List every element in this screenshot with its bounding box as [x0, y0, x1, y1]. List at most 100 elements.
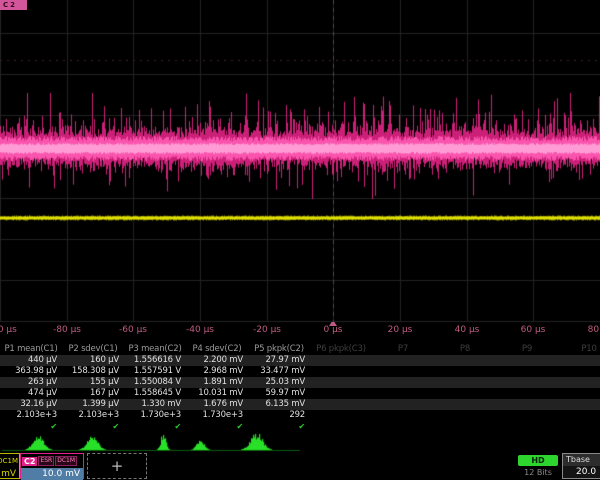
measure-value-cell: 1.556616 V: [124, 355, 186, 366]
measure-value-cell: 263 µV: [0, 377, 62, 388]
measure-value-cell: 155 µV: [62, 377, 124, 388]
channel-descriptor-c1[interactable]: C1 DC1M 10.0 mV: [0, 453, 20, 479]
measure-value-cell: [372, 388, 434, 399]
add-trace-button[interactable]: +: [87, 453, 147, 479]
measure-value-cell: [372, 410, 434, 421]
time-axis-tick: -80 µs: [53, 325, 81, 335]
measure-value-cell: 25.03 mV: [248, 377, 310, 388]
measure-value-cell: 474 µV: [0, 388, 62, 399]
measurement-histicons[interactable]: [0, 430, 600, 452]
time-axis-tick: -60 µs: [119, 325, 147, 335]
hd-bits-label: 12 Bits: [514, 468, 562, 477]
measure-value-cell: [558, 410, 600, 421]
measure-value-cell: 292: [248, 410, 310, 421]
measure-value-cell: [372, 399, 434, 410]
measurement-table: P1 mean(C1)P2 sdev(C1)P3 mean(C2)P4 sdev…: [0, 343, 600, 430]
measure-value-cell: 1.891 mV: [186, 377, 248, 388]
measure-value-cell: [434, 399, 496, 410]
measure-value-cell: 158.308 µV: [62, 366, 124, 377]
measure-value-cell: [310, 410, 372, 421]
measure-column-header[interactable]: P6 pkpk(C3): [310, 343, 372, 355]
measure-value-cell: [434, 355, 496, 366]
measure-value-cell: [558, 366, 600, 377]
c2-scale: 10.0 mV: [21, 468, 83, 480]
measure-value-cell: 363.98 µV: [0, 366, 62, 377]
time-axis-tick: 20 µs: [388, 325, 413, 335]
measure-value-cell: [372, 366, 434, 377]
measure-value-cell: 2.200 mV: [186, 355, 248, 366]
measure-value-cell: 59.97 mV: [248, 388, 310, 399]
measure-value-cell: 10.031 mV: [186, 388, 248, 399]
measure-value-cell: 33.477 mV: [248, 366, 310, 377]
measure-column-header[interactable]: P3 mean(C2): [124, 343, 186, 355]
measure-value-cell: [310, 366, 372, 377]
measure-value-cell: [310, 399, 372, 410]
measure-value-cell: 1.730e+3: [124, 410, 186, 421]
measure-value-cell: [558, 399, 600, 410]
measure-value-cell: [372, 377, 434, 388]
measure-value-cell: [434, 388, 496, 399]
measure-value-cell: [496, 399, 558, 410]
time-axis-tick: 60 µs: [521, 325, 546, 335]
c1-coupling: DC1M: [0, 457, 18, 465]
time-axis-tick: -100 µs: [0, 325, 17, 335]
measure-value-cell: 167 µV: [62, 388, 124, 399]
measure-value-cell: [372, 355, 434, 366]
measure-value-cell: 1.558645 V: [124, 388, 186, 399]
measure-value-cell: [310, 377, 372, 388]
measure-value-cell: 1.676 mV: [186, 399, 248, 410]
measure-value-cell: [434, 366, 496, 377]
measure-value-cell: 27.97 mV: [248, 355, 310, 366]
measure-value-cell: [496, 355, 558, 366]
measure-column-header[interactable]: P8: [434, 343, 496, 355]
time-axis-tick: -20 µs: [253, 325, 281, 335]
timebase-value: 20.0: [563, 466, 600, 478]
channel-descriptor-c2[interactable]: C2 ESR DC1M 10.0 mV: [20, 453, 84, 479]
measure-column-header[interactable]: P10: [558, 343, 600, 355]
c2-coupling-tag: DC1M: [55, 456, 77, 466]
measure-column-header[interactable]: P5 pkpk(C2): [248, 343, 310, 355]
oscilloscope-screen: C2 -100 µs-80 µs-60 µs-40 µs-20 µs0 µs20…: [0, 0, 600, 480]
measure-value-cell: [434, 410, 496, 421]
measure-column-header[interactable]: P9: [496, 343, 558, 355]
time-axis-tick: 40 µs: [455, 325, 480, 335]
hd-mode-badge[interactable]: HD: [518, 455, 558, 466]
c2-esr-tag: ESR: [38, 456, 54, 466]
measure-column-header[interactable]: P2 sdev(C1): [62, 343, 124, 355]
waveform-grid[interactable]: [0, 0, 600, 330]
measure-value-cell: [496, 366, 558, 377]
measure-value-cell: 1.557591 V: [124, 366, 186, 377]
descriptor-bar: C1 DC1M 10.0 mV C2 ESR DC1M 10.0 mV + HD…: [0, 452, 600, 480]
measure-value-cell: [434, 377, 496, 388]
measure-value-cell: 2.103e+3: [62, 410, 124, 421]
measure-value-cell: [558, 377, 600, 388]
measure-value-cell: 160 µV: [62, 355, 124, 366]
measure-value-cell: 2.968 mV: [186, 366, 248, 377]
time-axis: -100 µs-80 µs-60 µs-40 µs-20 µs0 µs20 µs…: [0, 322, 600, 343]
measure-value-cell: [558, 355, 600, 366]
trace-label-c2: C2: [0, 0, 27, 10]
measure-value-cell: 2.103e+3: [0, 410, 62, 421]
measure-column-header[interactable]: P1 mean(C1): [0, 343, 62, 355]
measure-value-cell: 1.730e+3: [186, 410, 248, 421]
c1-scale: 10.0 mV: [0, 468, 19, 480]
measure-value-cell: [496, 388, 558, 399]
measure-column-header[interactable]: P4 sdev(C2): [186, 343, 248, 355]
measure-value-cell: 6.135 mV: [248, 399, 310, 410]
measure-value-cell: [558, 388, 600, 399]
measure-value-cell: [496, 377, 558, 388]
measure-value-cell: [310, 355, 372, 366]
measure-value-cell: 1.330 mV: [124, 399, 186, 410]
measure-value-cell: 440 µV: [0, 355, 62, 366]
timebase-title: Tbase: [563, 454, 600, 466]
measure-value-cell: 1.399 µV: [62, 399, 124, 410]
measure-value-cell: 1.550084 V: [124, 377, 186, 388]
measure-column-header[interactable]: P7: [372, 343, 434, 355]
timebase-descriptor[interactable]: Tbase 20.0: [562, 453, 600, 479]
measure-value-cell: [310, 388, 372, 399]
time-axis-tick: 0 µs: [323, 325, 342, 335]
measure-value-cell: [496, 410, 558, 421]
c2-chip: C2: [22, 457, 37, 466]
time-axis-tick: 80 µs: [588, 325, 600, 335]
measure-value-cell: 32.16 µV: [0, 399, 62, 410]
